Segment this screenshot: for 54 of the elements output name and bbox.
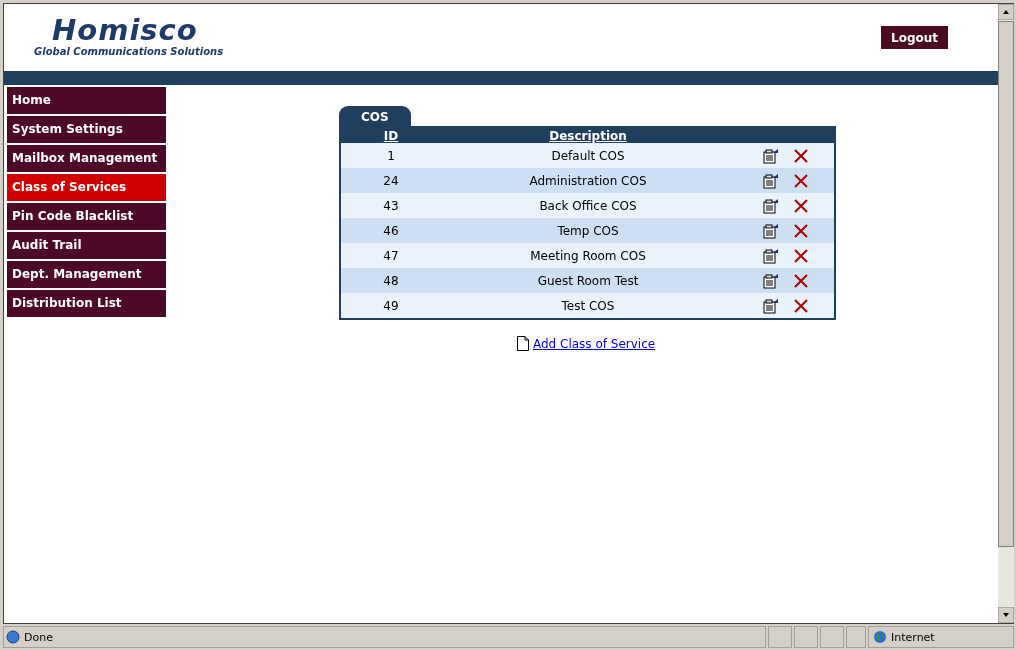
table-cell-text: 24 xyxy=(382,173,400,188)
document-icon xyxy=(517,336,529,351)
table-cell-text: Guest Room Test xyxy=(536,273,640,288)
table-cell-text: 49 xyxy=(382,298,400,313)
status-panel xyxy=(820,626,844,648)
table-cell-text: Back Office COS xyxy=(538,198,638,213)
scroll-down-icon[interactable] xyxy=(998,607,1014,623)
table-cell-text: Temp COS xyxy=(556,223,620,238)
edit-icon[interactable] xyxy=(763,147,779,164)
logout-button[interactable]: Logout xyxy=(881,26,948,49)
delete-icon[interactable] xyxy=(794,273,808,288)
table-cell-text: 48 xyxy=(382,273,400,288)
nav-item[interactable]: Mailbox Management xyxy=(7,145,166,172)
table-cell-text: Test COS xyxy=(560,298,616,313)
globe-icon xyxy=(873,630,887,644)
edit-icon[interactable] xyxy=(763,222,779,239)
table-cell-text: 47 xyxy=(382,248,400,263)
scrollbar[interactable] xyxy=(998,4,1014,623)
nav-item[interactable]: Audit Trail xyxy=(7,232,166,259)
edit-icon[interactable] xyxy=(763,247,779,264)
table-cell-text: 43 xyxy=(382,198,400,213)
table-cell-text: Default COS xyxy=(550,148,626,163)
edit-icon[interactable] xyxy=(763,197,779,214)
status-panel xyxy=(768,626,792,648)
delete-icon[interactable] xyxy=(794,198,808,213)
column-header[interactable]: Description xyxy=(441,128,735,143)
status-panel xyxy=(794,626,818,648)
delete-icon[interactable] xyxy=(794,173,808,188)
nav-item[interactable]: System Settings xyxy=(7,116,166,143)
table-cell-text: 46 xyxy=(382,223,400,238)
delete-icon[interactable] xyxy=(794,298,808,313)
nav-item[interactable]: Distribution List xyxy=(7,290,166,317)
edit-icon[interactable] xyxy=(763,297,779,314)
zone-text: Internet xyxy=(891,630,935,644)
table-cell-text: 1 xyxy=(386,148,396,163)
delete-icon[interactable] xyxy=(794,223,808,238)
edit-icon[interactable] xyxy=(763,272,779,289)
nav-item[interactable]: Pin Code Blacklist xyxy=(7,203,166,230)
logo-tagline: Global Communications Solutions xyxy=(34,46,224,57)
status-text: Done xyxy=(24,630,53,644)
nav-item[interactable]: Dept. Management xyxy=(7,261,166,288)
table-cell-text: Meeting Room COS xyxy=(529,248,647,263)
edit-icon[interactable] xyxy=(763,172,779,189)
status-panel xyxy=(846,626,866,648)
delete-icon[interactable] xyxy=(794,148,808,163)
table-cell-text: Administration COS xyxy=(528,173,648,188)
add-link[interactable]: Add Class of Service xyxy=(533,337,656,351)
nav-item[interactable]: Class of Services xyxy=(7,174,166,201)
scroll-up-icon[interactable] xyxy=(998,4,1014,20)
logo-wordmark: Homisco xyxy=(51,14,199,46)
column-header[interactable]: ID xyxy=(341,128,441,143)
table-tab[interactable]: COS xyxy=(339,106,411,126)
nav-item[interactable]: Home xyxy=(7,87,166,114)
delete-icon[interactable] xyxy=(794,248,808,263)
